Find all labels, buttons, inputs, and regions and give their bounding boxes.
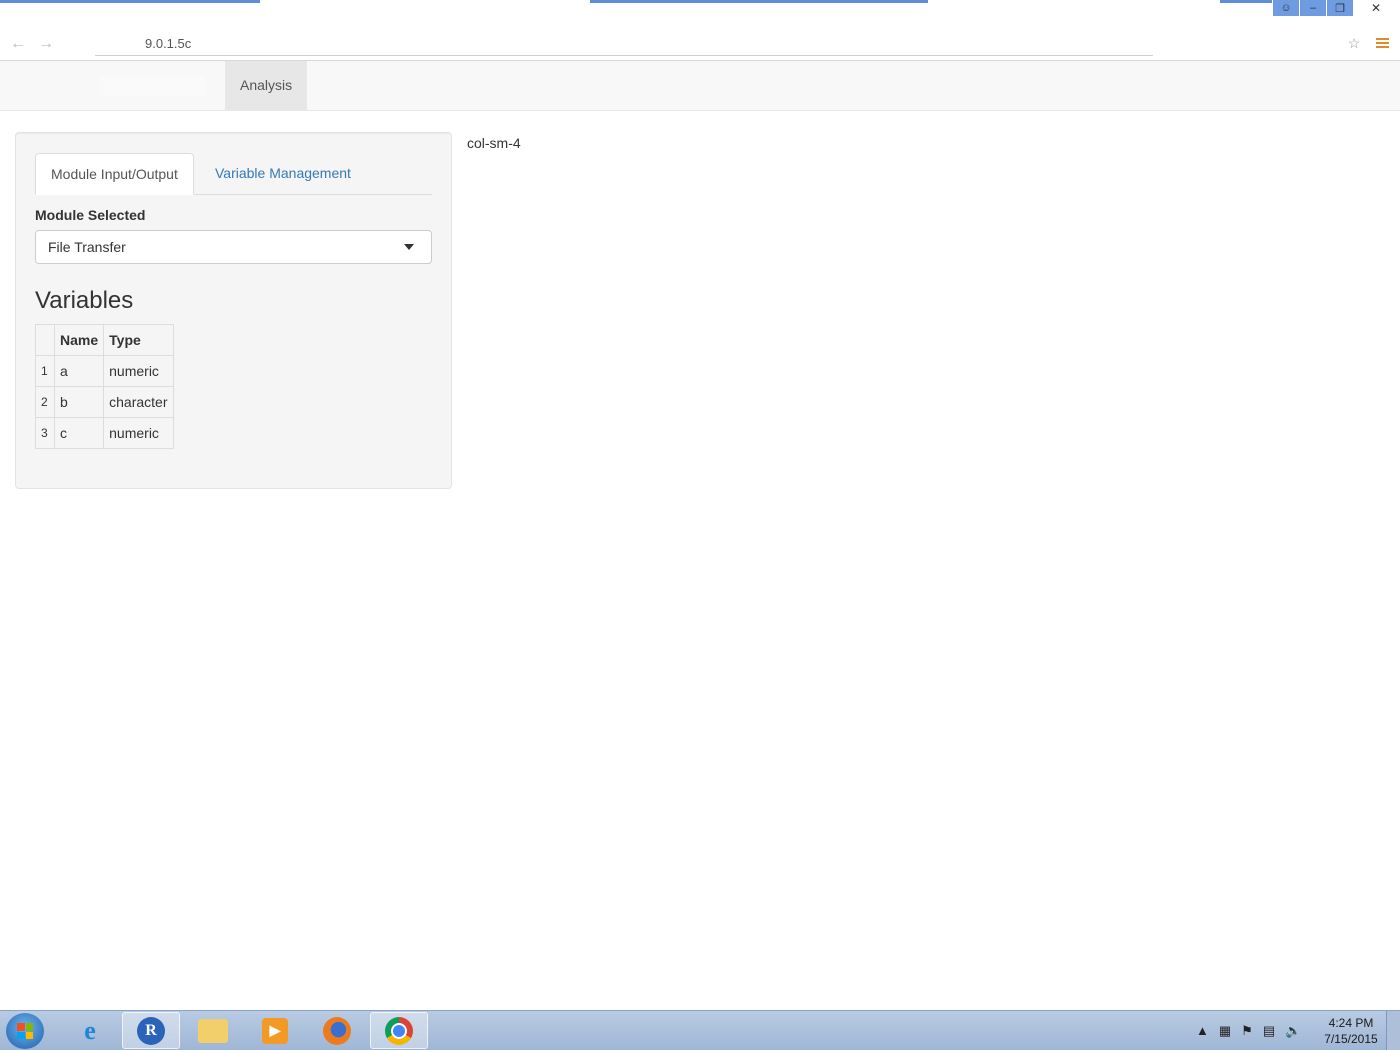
table-header-name: Name [53,324,105,356]
chrome-icon [385,1016,413,1045]
firefox-icon [323,1016,351,1045]
app-navbar: Analysis [0,61,1400,111]
module-select[interactable]: File Transfer [35,230,432,264]
taskbar-chrome[interactable] [370,1012,428,1049]
browser-titlebar: ☺ – ❐ ✕ [0,0,1400,30]
module-selected-label: Module Selected [35,207,146,223]
forward-arrow-icon[interactable]: → [36,34,56,54]
table-row: 1 a numeric [35,355,174,387]
taskbar: e R ▶ ▲ ▦ ⚑ ▤ 🔈 4:24 PM 7/15/2015 [0,1010,1400,1050]
clock[interactable]: 4:24 PM 7/15/2015 [1318,1015,1384,1047]
minimize-icon[interactable]: – [1299,0,1326,16]
module-select-value: File Transfer [48,239,126,255]
address-bar-text: 9.0.1.5c [145,36,192,51]
show-hidden-icons-icon[interactable]: ▲ [1196,1023,1209,1039]
clock-date: 7/15/2015 [1324,1032,1378,1046]
chevron-down-icon [404,244,414,250]
row-type: character [103,386,174,418]
row-index: 3 [35,417,55,449]
taskbar-r[interactable]: R [122,1012,180,1049]
back-arrow-icon[interactable]: ← [8,34,28,54]
internet-explorer-icon: e [84,1015,96,1045]
start-button[interactable] [6,1013,44,1049]
media-player-icon: ▶ [262,1017,288,1044]
row-index: 2 [35,386,55,418]
tab-module-input-output[interactable]: Module Input/Output [35,153,194,195]
r-icon: R [137,1016,165,1045]
table-row: 2 b character [35,386,174,418]
clock-time: 4:24 PM [1328,1016,1374,1030]
sidebar-tabs: Module Input/Output Variable Management [35,153,432,195]
table-header-type: Type [103,324,174,356]
restore-icon[interactable]: ❐ [1326,0,1353,16]
taskbar-media-player[interactable]: ▶ [246,1012,304,1049]
row-index: 1 [35,355,55,387]
folder-icon [198,1018,228,1043]
browser-toolbar: ← → 9.0.1.5c ☆ [0,30,1400,61]
address-bar[interactable]: 9.0.1.5c [95,32,1153,56]
show-desktop-button[interactable] [1386,1011,1400,1050]
sidebar-panel: Module Input/Output Variable Management … [15,132,452,489]
browser-menu-icon[interactable] [1376,34,1392,52]
taskbar-internet-explorer[interactable]: e [61,1012,119,1049]
titlebar-band [590,0,928,3]
row-name: c [53,417,105,449]
row-type: numeric [103,417,174,449]
system-tray: ▲ ▦ ⚑ ▤ 🔈 [1196,1023,1301,1039]
tab-variable-management[interactable]: Variable Management [200,153,366,194]
windows-flag-icon[interactable]: ▦ [1219,1023,1231,1039]
action-center-flag-icon[interactable]: ⚑ [1241,1023,1253,1039]
table-row: 3 c numeric [35,417,174,449]
main-panel-text: col-sm-4 [467,135,521,151]
titlebar-band [0,0,260,3]
variables-heading: Variables [35,287,134,314]
close-icon[interactable]: ✕ [1353,0,1398,16]
window-controls: ☺ – ❐ ✕ [1272,0,1398,16]
volume-muted-icon[interactable]: 🔈 [1285,1023,1301,1039]
row-type: numeric [103,355,174,387]
bookmark-star-icon[interactable]: ☆ [1344,33,1364,53]
row-name: a [53,355,105,387]
variables-table: Name Type 1 a numeric 2 b character 3 c … [35,324,174,449]
tab-analysis[interactable]: Analysis [225,61,308,110]
network-icon[interactable]: ▤ [1263,1023,1275,1039]
row-name: b [53,386,105,418]
taskbar-file-explorer[interactable] [184,1012,242,1049]
user-icon[interactable]: ☺ [1272,0,1299,16]
table-header-index [35,324,55,356]
table-header-row: Name Type [35,324,174,356]
windows-logo-icon [17,1023,33,1039]
taskbar-firefox[interactable] [308,1012,366,1049]
navbar-brand[interactable] [100,76,205,96]
